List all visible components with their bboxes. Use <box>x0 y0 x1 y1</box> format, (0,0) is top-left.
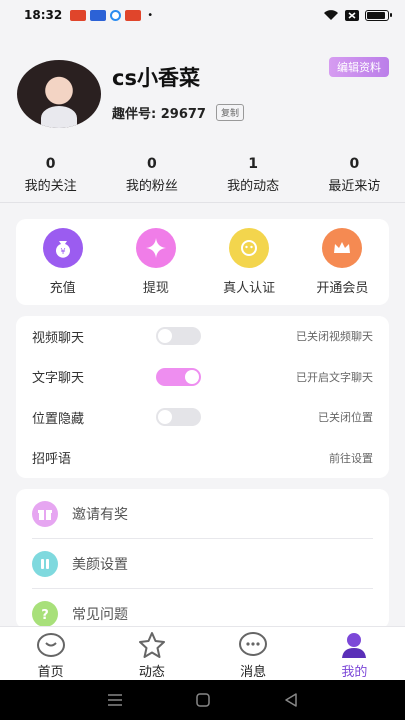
back-icon[interactable] <box>284 693 298 707</box>
qa-label: 充值 <box>49 281 76 296</box>
greeting-settings-link[interactable]: 前往设置 <box>329 450 373 466</box>
svg-text:?: ? <box>41 608 49 622</box>
verify-button[interactable]: 真人认证 <box>203 219 296 305</box>
edit-profile-button[interactable]: 编辑资料 <box>329 57 389 77</box>
location-hide-toggle[interactable] <box>156 408 201 427</box>
setting-label: 位置隐藏 <box>32 411 85 427</box>
faq-item[interactable]: ? 常见问题 <box>32 589 373 629</box>
message-icon <box>238 631 268 659</box>
beauty-settings-item[interactable]: 美颜设置 <box>32 539 373 589</box>
star-icon <box>137 631 167 659</box>
divider <box>0 202 405 203</box>
user-id-text: 趣伴号: 29677 <box>112 107 206 122</box>
system-nav-bar <box>0 680 405 720</box>
setting-label: 文字聊天 <box>32 371 85 387</box>
tab-messages[interactable]: 消息 <box>203 627 304 680</box>
stat-label: 最近来访 <box>328 179 381 194</box>
browser-notification-icon <box>110 9 122 21</box>
profile-icon <box>339 631 369 659</box>
tab-label: 我的 <box>341 665 368 680</box>
sim-icon <box>345 9 359 21</box>
setting-label: 招呼语 <box>32 452 72 468</box>
withdraw-button[interactable]: 提现 <box>109 219 202 305</box>
invite-reward-item[interactable]: 邀请有奖 <box>32 489 373 539</box>
stat-label: 我的动态 <box>227 179 280 194</box>
status-time: 18:32 <box>24 8 63 22</box>
menu-label: 常见问题 <box>72 607 128 623</box>
vip-button[interactable]: 开通会员 <box>296 219 389 305</box>
avatar[interactable] <box>17 60 101 128</box>
quick-actions-card: ¥ 充值 提现 真人认证 开通会员 <box>16 219 389 305</box>
setting-status: 已开启文字聊天 <box>296 370 373 384</box>
tab-label: 消息 <box>240 665 267 680</box>
stat-posts[interactable]: 1 我的动态 <box>203 156 304 194</box>
notification-icons: • <box>70 9 154 21</box>
stat-visitors[interactable]: 0 最近来访 <box>304 156 405 194</box>
stat-value: 0 <box>45 156 56 172</box>
menu-label: 美颜设置 <box>72 556 128 573</box>
text-chat-toggle[interactable] <box>156 367 201 386</box>
stat-following[interactable]: 0 我的关注 <box>0 156 101 194</box>
svg-text:¥: ¥ <box>60 247 65 256</box>
greeting-row[interactable]: 招呼语 前往设置 <box>32 438 373 479</box>
profile-header: cs小香菜 趣伴号: 29677 复制 编辑资料 <box>0 56 405 136</box>
stat-label: 我的关注 <box>24 179 77 194</box>
app-notification-icon <box>90 9 107 21</box>
crown-icon <box>322 228 363 268</box>
money-bag-icon: ¥ <box>42 228 83 268</box>
home-button-icon[interactable] <box>196 693 211 707</box>
stat-value: 0 <box>147 156 157 172</box>
user-id: 趣伴号: 29677 复制 <box>112 103 244 122</box>
qa-label: 真人认证 <box>223 281 276 296</box>
status-bar: 18:32 • <box>0 0 405 30</box>
location-hide-row: 位置隐藏 已关闭位置 <box>32 397 373 438</box>
wifi-icon <box>324 10 338 20</box>
menu-label: 邀请有奖 <box>72 506 128 523</box>
stat-label: 我的粉丝 <box>125 179 178 194</box>
video-chat-row: 视频聊天 已关闭视频聊天 <box>32 316 373 357</box>
tab-me[interactable]: 我的 <box>304 627 405 680</box>
app-notification-icon <box>70 9 87 21</box>
stats-row: 0 我的关注 0 我的粉丝 1 我的动态 0 最近来访 <box>0 156 405 194</box>
stat-fans[interactable]: 0 我的粉丝 <box>101 156 202 194</box>
bottom-tab-bar: 首页 动态 消息 我的 <box>0 626 405 680</box>
gift-icon <box>32 500 58 527</box>
tab-home[interactable]: 首页 <box>0 627 101 680</box>
recharge-button[interactable]: ¥ 充值 <box>16 219 109 305</box>
tab-label: 动态 <box>138 665 165 680</box>
qa-label: 开通会员 <box>316 281 369 296</box>
tab-moments[interactable]: 动态 <box>101 627 202 680</box>
tab-label: 首页 <box>37 665 64 680</box>
setting-status: 已关闭位置 <box>318 411 373 425</box>
setting-label: 视频聊天 <box>32 330 85 346</box>
qa-label: 提现 <box>142 281 169 296</box>
video-chat-toggle[interactable] <box>156 327 201 346</box>
sparkle-icon <box>135 228 176 268</box>
app-notification-icon <box>125 9 142 21</box>
stat-value: 1 <box>248 156 258 172</box>
stat-value: 0 <box>349 156 360 172</box>
more-notifications-dot: • <box>147 9 154 21</box>
battery-icon <box>365 9 392 21</box>
settings-card: 视频聊天 已关闭视频聊天 文字聊天 已开启文字聊天 位置隐藏 已关闭位置 招呼语… <box>16 316 389 478</box>
nickname: cs小香菜 <box>112 66 200 90</box>
beauty-icon <box>32 550 58 577</box>
copy-button[interactable]: 复制 <box>215 104 244 121</box>
menu-icon[interactable] <box>107 694 123 706</box>
home-icon <box>36 631 66 659</box>
setting-status: 已关闭视频聊天 <box>296 330 373 344</box>
question-icon: ? <box>32 601 58 627</box>
menu-card: 邀请有奖 美颜设置 ? 常见问题 <box>16 489 389 629</box>
text-chat-row: 文字聊天 已开启文字聊天 <box>32 357 373 398</box>
face-icon <box>229 228 270 268</box>
